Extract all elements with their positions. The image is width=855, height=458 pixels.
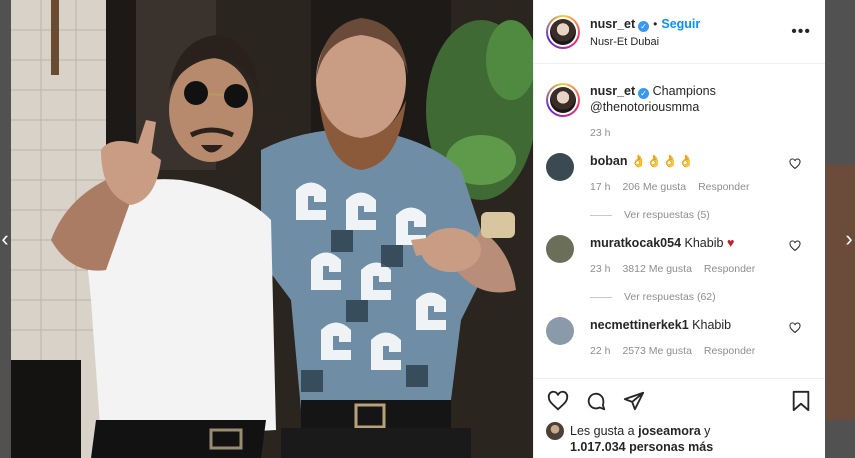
post-location[interactable]: Nusr-Et Dubai	[590, 36, 700, 48]
comment-text: 👌👌👌👌	[630, 154, 695, 168]
likes-summary: Les gusta a joseamora y 1.017.034 person…	[546, 422, 813, 455]
caption: nusr_et ✓ Champions @thenotoriousmma 23 h	[546, 83, 813, 139]
comment-time: 22 h	[590, 345, 611, 357]
action-bar	[546, 379, 813, 423]
comment-time: 17 h	[590, 181, 611, 193]
comment-text: Khabib	[684, 236, 724, 250]
comment-time: 23 h	[590, 263, 611, 275]
caption-username[interactable]: nusr_et	[590, 84, 635, 98]
commenter-avatar[interactable]	[546, 153, 574, 181]
commenter-username[interactable]: necmettinerkek1	[590, 318, 689, 332]
post-modal: nusr_et ✓ • Seguir Nusr-Et Dubai ••• nusr_e…	[11, 0, 825, 458]
post-photo[interactable]	[11, 0, 533, 458]
view-replies[interactable]: Ver respuestas (62)	[590, 291, 813, 303]
comments-list[interactable]: nusr_et ✓ Champions @thenotoriousmma 23 h…	[534, 65, 825, 378]
more-options-icon[interactable]: •••	[791, 24, 811, 40]
comment-item: necmettinerkek1 Khabib 22 h 2573 Me gust…	[546, 317, 813, 357]
liker-avatar[interactable]	[546, 422, 564, 440]
likes-prefix: Les gusta a	[570, 424, 635, 438]
author-avatar[interactable]	[546, 14, 580, 49]
comment-icon[interactable]	[584, 389, 608, 413]
post-actions-area: Les gusta a joseamora y 1.017.034 person…	[534, 378, 825, 458]
comment-likes[interactable]: 206 Me gusta	[622, 181, 686, 193]
share-icon[interactable]	[622, 389, 646, 413]
heart-outline-icon[interactable]	[789, 157, 801, 175]
commenter-username[interactable]: boban	[590, 154, 628, 168]
chevron-right-icon[interactable]: ›	[842, 226, 855, 252]
view-replies[interactable]: Ver respuestas (5)	[590, 209, 813, 221]
reply-button[interactable]: Responder	[704, 263, 755, 275]
separator-dot: •	[653, 17, 658, 31]
reply-button[interactable]: Responder	[698, 181, 749, 193]
caption-time: 23 h	[590, 127, 611, 139]
author-username[interactable]: nusr_et	[590, 17, 635, 31]
likes-count[interactable]: 1.017.034 personas más	[570, 440, 713, 454]
caption-text: Champions	[652, 84, 716, 98]
comment-text: Khabib	[692, 318, 732, 332]
verified-badge-icon: ✓	[638, 88, 650, 99]
photo-illustration	[11, 0, 533, 458]
commenter-avatar[interactable]	[546, 235, 574, 263]
reply-button[interactable]: Responder	[704, 345, 755, 357]
verified-badge-icon: ✓	[638, 21, 650, 32]
likes-suffix: y	[704, 424, 711, 438]
next-post-preview	[826, 165, 855, 420]
comment-item: muratkocak054 Khabib ♥ 23 h 3812 Me gust…	[546, 235, 813, 303]
post-side-panel: nusr_et ✓ • Seguir Nusr-Et Dubai ••• nusr_e…	[533, 0, 825, 458]
comment-likes[interactable]: 3812 Me gusta	[622, 263, 691, 275]
caption-avatar[interactable]	[546, 83, 580, 117]
caption-mention[interactable]: @thenotoriousmma	[590, 99, 813, 115]
comment-item: boban 👌👌👌👌 17 h 206 Me gusta Responder V…	[546, 153, 813, 221]
heart-outline-icon[interactable]	[546, 389, 570, 413]
comment-likes[interactable]: 2573 Me gusta	[622, 345, 691, 357]
post-header: nusr_et ✓ • Seguir Nusr-Et Dubai •••	[534, 0, 825, 64]
heart-outline-icon[interactable]	[789, 239, 801, 257]
follow-button[interactable]: Seguir	[661, 17, 700, 31]
liker-username[interactable]: joseamora	[638, 424, 701, 438]
heart-outline-icon[interactable]	[789, 321, 801, 339]
bookmark-icon[interactable]	[789, 389, 813, 413]
commenter-avatar[interactable]	[546, 317, 574, 345]
red-heart-icon: ♥	[726, 236, 735, 250]
commenter-username[interactable]: muratkocak054	[590, 236, 681, 250]
